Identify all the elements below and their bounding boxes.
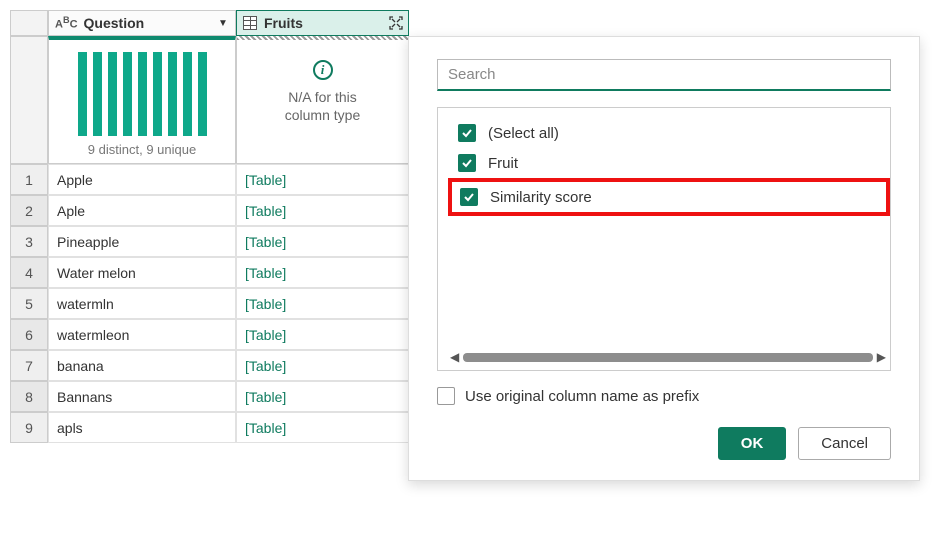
table-row[interactable]: 5watermln[Table]	[10, 288, 409, 319]
cell-fruits[interactable]: [Table]	[236, 257, 409, 288]
table-row[interactable]: 8Bannans[Table]	[10, 381, 409, 412]
cell-question[interactable]: Pineapple	[48, 226, 236, 257]
row-number: 8	[10, 381, 48, 412]
table-row[interactable]: 3Pineapple[Table]	[10, 226, 409, 257]
cell-question[interactable]: Aple	[48, 195, 236, 226]
row-number: 1	[10, 164, 48, 195]
text-type-icon: ABC	[55, 15, 78, 31]
column-header-fruits[interactable]: Fruits	[236, 10, 409, 36]
checkbox-unchecked[interactable]	[437, 387, 455, 405]
horizontal-scrollbar[interactable]: ◀ ▶	[450, 350, 890, 364]
row-number: 5	[10, 288, 48, 319]
table-row[interactable]: 9apls[Table]	[10, 412, 409, 443]
cell-fruits[interactable]: [Table]	[236, 350, 409, 381]
filter-dropdown-icon[interactable]: ▼	[215, 15, 231, 31]
checkbox-checked[interactable]	[460, 188, 478, 206]
column-label: Question	[84, 15, 145, 31]
checkbox-checked[interactable]	[458, 124, 476, 142]
cell-question[interactable]: banana	[48, 350, 236, 381]
expand-icon[interactable]	[388, 15, 404, 31]
checkbox-checked[interactable]	[458, 154, 476, 172]
cell-fruits[interactable]: [Table]	[236, 164, 409, 195]
cell-question[interactable]: watermleon	[48, 319, 236, 350]
row-number: 4	[10, 257, 48, 288]
distinct-summary: 9 distinct, 9 unique	[55, 142, 229, 157]
scrollbar-track[interactable]	[463, 353, 873, 362]
cell-question[interactable]: Apple	[48, 164, 236, 195]
row-number: 9	[10, 412, 48, 443]
row-number: 2	[10, 195, 48, 226]
cell-fruits[interactable]: [Table]	[236, 319, 409, 350]
column-profile-fruits: i N/A for this column type	[236, 36, 409, 164]
table-row[interactable]: 6watermleon[Table]	[10, 319, 409, 350]
table-row[interactable]: 2Aple[Table]	[10, 195, 409, 226]
table-type-icon	[243, 16, 257, 30]
scroll-left-icon[interactable]: ◀	[450, 350, 459, 364]
cell-fruits[interactable]: [Table]	[236, 195, 409, 226]
search-input[interactable]	[437, 59, 891, 91]
ok-button[interactable]: OK	[718, 427, 787, 460]
cell-question[interactable]: Water melon	[48, 257, 236, 288]
cell-fruits[interactable]: [Table]	[236, 412, 409, 443]
table-row[interactable]: 7banana[Table]	[10, 350, 409, 381]
cell-fruits[interactable]: [Table]	[236, 381, 409, 412]
na-text: N/A for this column type	[243, 88, 402, 124]
column-profile-question: 9 distinct, 9 unique	[48, 36, 236, 164]
cell-question[interactable]: Bannans	[48, 381, 236, 412]
select-all-corner[interactable]	[10, 10, 48, 36]
row-number: 3	[10, 226, 48, 257]
prefix-checkbox-row[interactable]: Use original column name as prefix	[437, 387, 891, 405]
row-number: 7	[10, 350, 48, 381]
list-item[interactable]: Fruit	[450, 148, 890, 178]
list-item[interactable]: Similarity score	[448, 178, 890, 216]
column-label: Fruits	[264, 15, 303, 31]
list-item[interactable]: (Select all)	[450, 118, 890, 148]
table-row[interactable]: 4Water melon[Table]	[10, 257, 409, 288]
profile-gutter	[10, 36, 48, 164]
column-header-question[interactable]: ABC Question ▼	[48, 10, 236, 36]
expand-column-popup: (Select all) Fruit Similarity score ◀ ▶ Us…	[408, 36, 920, 481]
cell-fruits[interactable]: [Table]	[236, 288, 409, 319]
info-icon: i	[313, 60, 333, 80]
cancel-button[interactable]: Cancel	[798, 427, 891, 460]
cell-fruits[interactable]: [Table]	[236, 226, 409, 257]
prefix-label: Use original column name as prefix	[465, 388, 699, 405]
table-row[interactable]: 1Apple[Table]	[10, 164, 409, 195]
column-select-list: (Select all) Fruit Similarity score ◀ ▶	[437, 107, 891, 371]
item-label: Similarity score	[490, 189, 592, 206]
item-label: (Select all)	[488, 125, 559, 142]
cell-question[interactable]: apls	[48, 412, 236, 443]
distribution-bars	[55, 46, 229, 136]
scroll-right-icon[interactable]: ▶	[877, 350, 886, 364]
row-number: 6	[10, 319, 48, 350]
item-label: Fruit	[488, 155, 518, 172]
data-grid: ABC Question ▼ Fruits 9 disti	[10, 10, 409, 443]
cell-question[interactable]: watermln	[48, 288, 236, 319]
